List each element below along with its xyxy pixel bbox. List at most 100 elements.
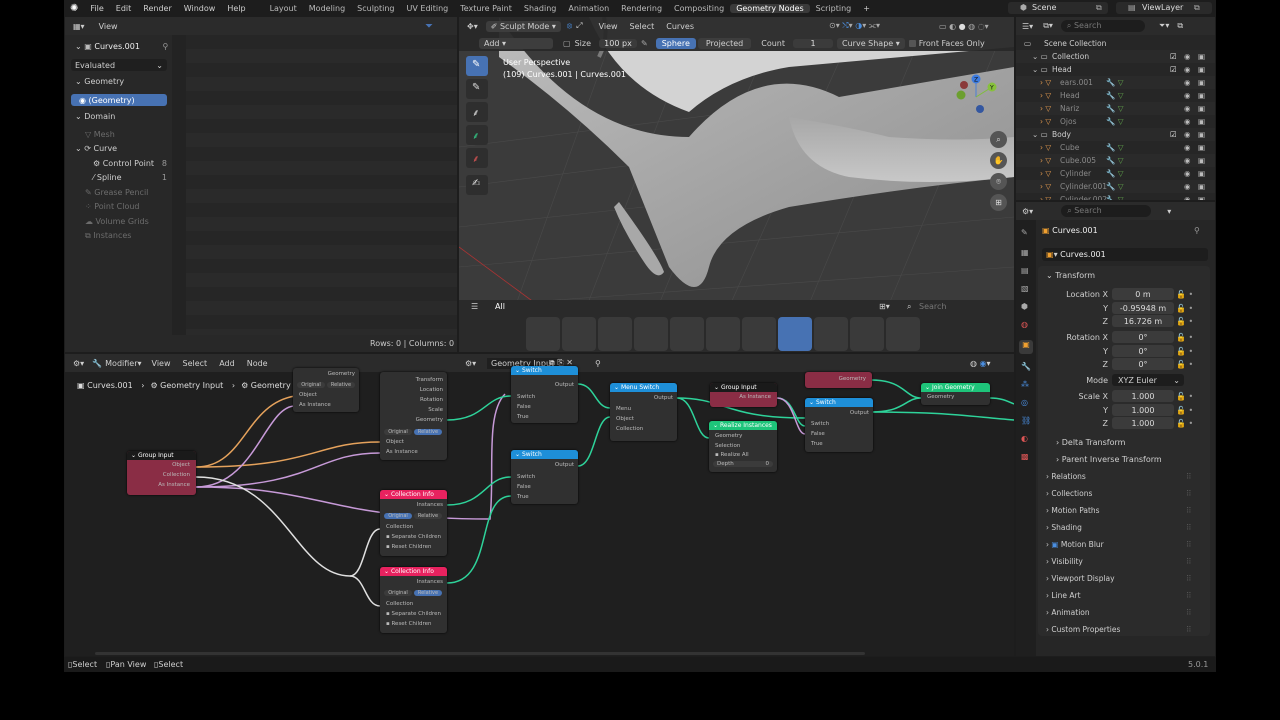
lock-icon[interactable]: 🔓 • (1176, 333, 1193, 342)
visibility-icon[interactable]: ◉ (1184, 182, 1191, 191)
visibility-icon[interactable]: ◉ (1184, 169, 1191, 178)
render-camera-icon[interactable]: ▣ (1198, 65, 1205, 74)
render-camera-icon[interactable]: ▣ (1198, 195, 1205, 200)
filter-icon[interactable]: ⏷▾ (1159, 21, 1169, 31)
socket-false[interactable]: False (811, 431, 825, 437)
visibility-icon[interactable]: ◉ (1184, 143, 1191, 152)
size-field[interactable]: 100 px (598, 38, 637, 48)
relative-toggle[interactable]: Relative (414, 429, 442, 435)
visibility-icon[interactable]: ◉ (1184, 78, 1191, 87)
original-toggle[interactable]: Original (384, 590, 412, 596)
drag-handle-icon[interactable]: ⠿ (1186, 625, 1192, 634)
realize-all-checkbox[interactable]: Realize All (720, 452, 748, 458)
shading-solid-icon[interactable]: ▭ ◐ ● ◍ ◌▾ (939, 22, 989, 31)
symmetry-icon[interactable]: ⦻ (567, 21, 572, 31)
brush-asset-2[interactable] (562, 317, 596, 351)
node-collection-info-2[interactable]: ⌄ Collection Info Instances Original Rel… (380, 567, 447, 633)
drag-handle-icon[interactable]: ⠿ (1186, 540, 1192, 549)
curve-shape-dropdown[interactable]: Curve Shape ▾ (837, 37, 905, 49)
workspace-tab-scripting[interactable]: Scripting (810, 4, 858, 13)
node-editor[interactable]: ⚙▾ 🔧 Modifier ▾ View Select Add Node ⚙▾ … (65, 354, 1014, 656)
viewport-menu-view[interactable]: View (599, 22, 618, 31)
motion-blur-checkbox[interactable]: ▣ (1051, 540, 1060, 549)
workspace-tab-shading[interactable]: Shading (518, 4, 563, 13)
lock-icon[interactable]: 🔓 • (1176, 317, 1193, 326)
node-object-info-small[interactable]: Geometry Original Relative Object As Ins… (293, 368, 359, 412)
object-tab-icon[interactable]: ▣ (1019, 340, 1033, 354)
socket-as-instance[interactable]: As Instance (739, 394, 771, 400)
brush-falloff-icon[interactable]: ⤢ (576, 21, 582, 31)
socket-instances[interactable]: Instances (417, 502, 443, 508)
mode-selector[interactable]: ✐ Sculpt Mode ▾ (485, 20, 561, 32)
visibility-icon[interactable]: ◉ (1184, 52, 1191, 61)
socket-object[interactable]: Object (386, 439, 404, 445)
zoom-icon[interactable]: ⌕ (990, 131, 1007, 148)
socket-location[interactable]: Location (420, 387, 443, 393)
brush-mode-dropdown[interactable]: Add ▾ (479, 37, 553, 49)
domain-instances[interactable]: ⧉ Instances (85, 231, 131, 241)
scale-x-field[interactable]: 1.000 (1112, 390, 1174, 402)
outliner-item[interactable]: ⌄ ▭ Head ◉ ▣ ☑ (1016, 63, 1215, 76)
separate-children-checkbox[interactable]: Separate Children (391, 611, 441, 617)
visibility-icon[interactable]: ◉ (1184, 130, 1191, 139)
original-toggle[interactable]: Original (297, 382, 325, 388)
geometry-item[interactable]: ◉ (Geometry) (71, 94, 167, 106)
menu-edit[interactable]: Edit (110, 4, 138, 13)
original-toggle[interactable]: Original (384, 429, 412, 435)
physics-tab-icon[interactable]: ◎ (1021, 398, 1028, 407)
navigation-gizmo[interactable]: Z Y (952, 73, 1000, 123)
socket-collection[interactable]: Collection (163, 472, 190, 478)
relative-toggle[interactable]: Relative (414, 590, 442, 596)
brush-asset-8[interactable] (778, 317, 812, 351)
delta-transform-subpanel[interactable]: › Delta Transform (1056, 438, 1125, 447)
socket-collection[interactable]: Collection (386, 524, 413, 530)
relative-toggle[interactable]: Relative (327, 382, 355, 388)
drag-handle-icon[interactable]: ⠿ (1186, 506, 1192, 515)
socket-collection[interactable]: Collection (616, 426, 643, 432)
tool-annotate[interactable]: ✍ (466, 175, 488, 195)
domain-control-point[interactable]: ⚙ Control Point 8 (93, 159, 167, 168)
rotation-x-field[interactable]: 0° (1112, 331, 1174, 343)
outliner-item[interactable]: › ▽ Cube 🔧 ▽ ◉ ▣ (1016, 141, 1215, 154)
location-x-field[interactable]: 0 m (1112, 288, 1174, 300)
outliner-item[interactable]: › ▽ ears.001 🔧 ▽ ◉ ▣ (1016, 76, 1215, 89)
options-icon[interactable]: ▾ (1167, 207, 1171, 216)
drag-handle-icon[interactable]: ⠿ (1186, 574, 1192, 583)
node-switch-1[interactable]: ⌄ Switch Output Switch False True (511, 366, 578, 423)
exclude-checkbox[interactable]: ☑ (1170, 65, 1177, 74)
outliner-item[interactable]: › ▽ Nariz 🔧 ▽ ◉ ▣ (1016, 102, 1215, 115)
scene-tab-icon[interactable]: ⬢ (1021, 302, 1028, 311)
properties-section[interactable]: › Animation ⠿ (1046, 608, 1192, 617)
original-toggle[interactable]: Original (384, 513, 412, 519)
socket-true[interactable]: True (517, 414, 529, 420)
world-tab-icon[interactable]: ◍ (1021, 320, 1028, 329)
domain-grease-pencil[interactable]: ✎ Grease Pencil (85, 188, 148, 197)
editor-type-icon[interactable]: ⚙▾ (1022, 207, 1033, 216)
pin-icon[interactable]: ⚲ (1194, 226, 1200, 235)
new-view-layer-icon[interactable]: ⧉ (1188, 3, 1206, 13)
relative-toggle[interactable]: Relative (414, 513, 442, 519)
node-geometry-output-pink[interactable]: Geometry (805, 372, 872, 388)
node-collection-info-1[interactable]: ⌄ Collection Info Instances Original Rel… (380, 490, 447, 556)
properties-section[interactable]: › Custom Properties ⠿ (1046, 625, 1192, 634)
object-name-field[interactable]: ▣▾ Curves.001 (1042, 248, 1208, 261)
node-switch-2[interactable]: ⌄ Switch Output Switch False True (511, 450, 578, 504)
exclude-checkbox[interactable]: ☑ (1170, 130, 1177, 139)
outliner-item[interactable]: ⌄ ▭ Collection ◉ ▣ ☑ (1016, 50, 1215, 63)
workspace-tab-layout[interactable]: Layout (264, 4, 303, 13)
socket-object[interactable]: Object (616, 416, 634, 422)
socket-rotation[interactable]: Rotation (420, 397, 443, 403)
view-layer-selector[interactable]: ▤ ViewLayer ⧉ (1116, 2, 1212, 14)
shelf-search-input[interactable]: Search (919, 302, 946, 311)
drag-handle-icon[interactable]: ⠿ (1186, 523, 1192, 532)
tool-tab-icon[interactable]: ✎ (1021, 228, 1028, 237)
lock-icon[interactable]: 🔓 • (1176, 392, 1193, 401)
socket-object[interactable]: Object (172, 462, 190, 468)
socket-false[interactable]: False (517, 484, 531, 490)
3d-viewport[interactable]: ✥▾ ✐ Sculpt Mode ▾ ⦻ ⤢ View Select Curve… (459, 17, 1014, 352)
shelf-menu-icon[interactable]: ☰ (471, 302, 478, 311)
drag-handle-icon[interactable]: ⠿ (1186, 489, 1192, 498)
tool-comb[interactable]: ⸙ (466, 125, 488, 145)
workspace-tab-rendering[interactable]: Rendering (615, 4, 668, 13)
properties-section[interactable]: › Collections ⠿ (1046, 489, 1192, 498)
